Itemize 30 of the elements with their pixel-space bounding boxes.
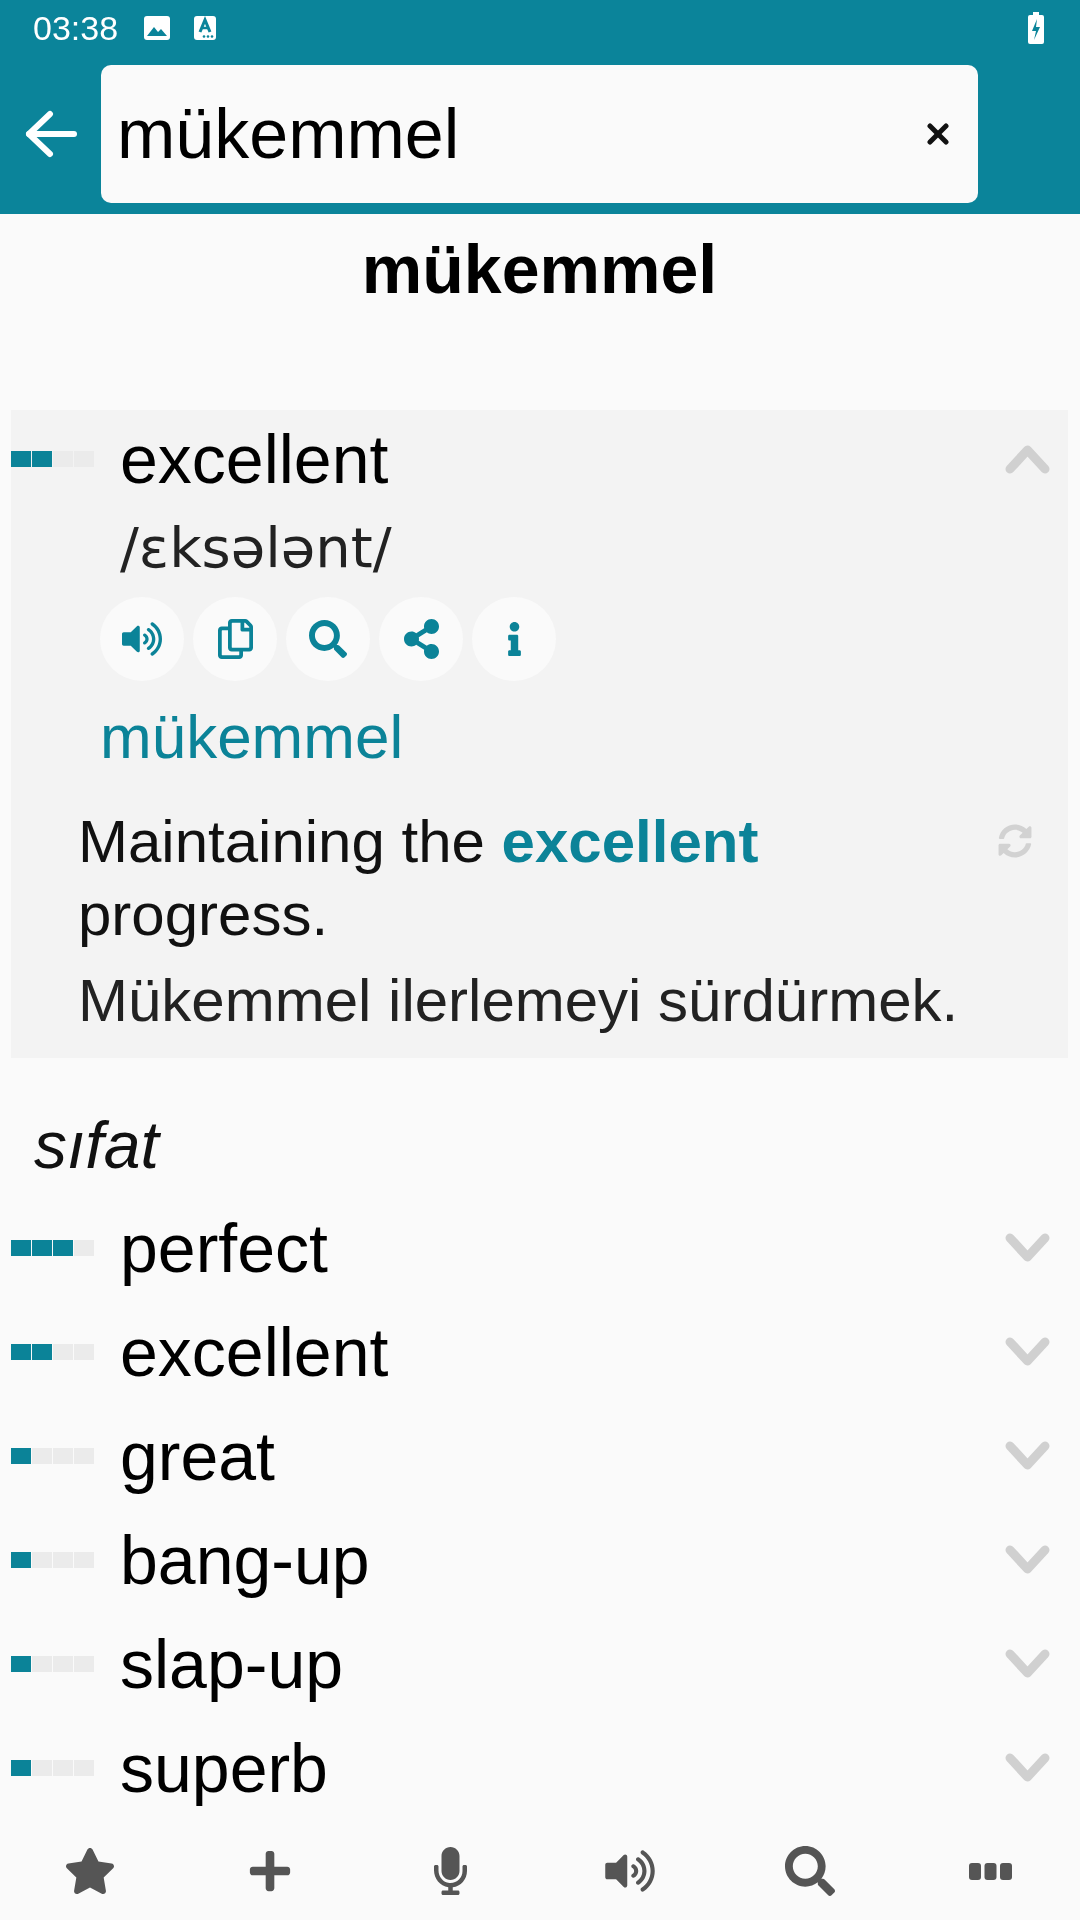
search-icon[interactable] — [785, 1846, 835, 1896]
copy-icon — [217, 619, 253, 659]
microphone-icon[interactable] — [433, 1847, 467, 1895]
example-translation: Mükemmel ilerlemeyi sürdürmek. — [77, 966, 960, 1036]
example-sentence: Maintaining the excellent progress. — [78, 807, 760, 950]
image-icon — [144, 15, 171, 40]
plus-icon[interactable] — [249, 1848, 291, 1894]
back-translation-link[interactable]: mükemmel — [100, 697, 404, 777]
speaker-icon[interactable] — [605, 1849, 655, 1893]
translation-word[interactable]: bang-up — [120, 1520, 370, 1600]
translation-word[interactable]: perfect — [120, 1208, 328, 1288]
status-time: 03:38 — [33, 10, 119, 45]
battery-charging-icon — [1028, 11, 1044, 44]
share-icon — [403, 619, 439, 659]
phonetic-transcription: /ɛksələnt/ — [120, 514, 392, 582]
part-of-speech-heading: sıfat — [34, 1107, 159, 1184]
notification-tile-icon — [194, 15, 217, 40]
speaker-icon — [122, 621, 162, 657]
translation-word[interactable]: great — [120, 1416, 275, 1496]
star-icon[interactable] — [64, 1848, 116, 1894]
close-icon[interactable] — [927, 123, 949, 145]
info-icon — [507, 622, 521, 656]
translation-word[interactable]: slap-up — [120, 1624, 344, 1704]
more-icon[interactable] — [968, 1862, 1012, 1880]
translation-word[interactable]: superb — [120, 1728, 328, 1808]
headword-title: mükemmel — [361, 232, 718, 306]
translation-word[interactable]: excellent — [120, 1312, 389, 1392]
translation-word[interactable]: excellent — [120, 419, 389, 499]
search-field[interactable]: mükemmel — [101, 65, 978, 203]
search-icon — [309, 620, 347, 658]
